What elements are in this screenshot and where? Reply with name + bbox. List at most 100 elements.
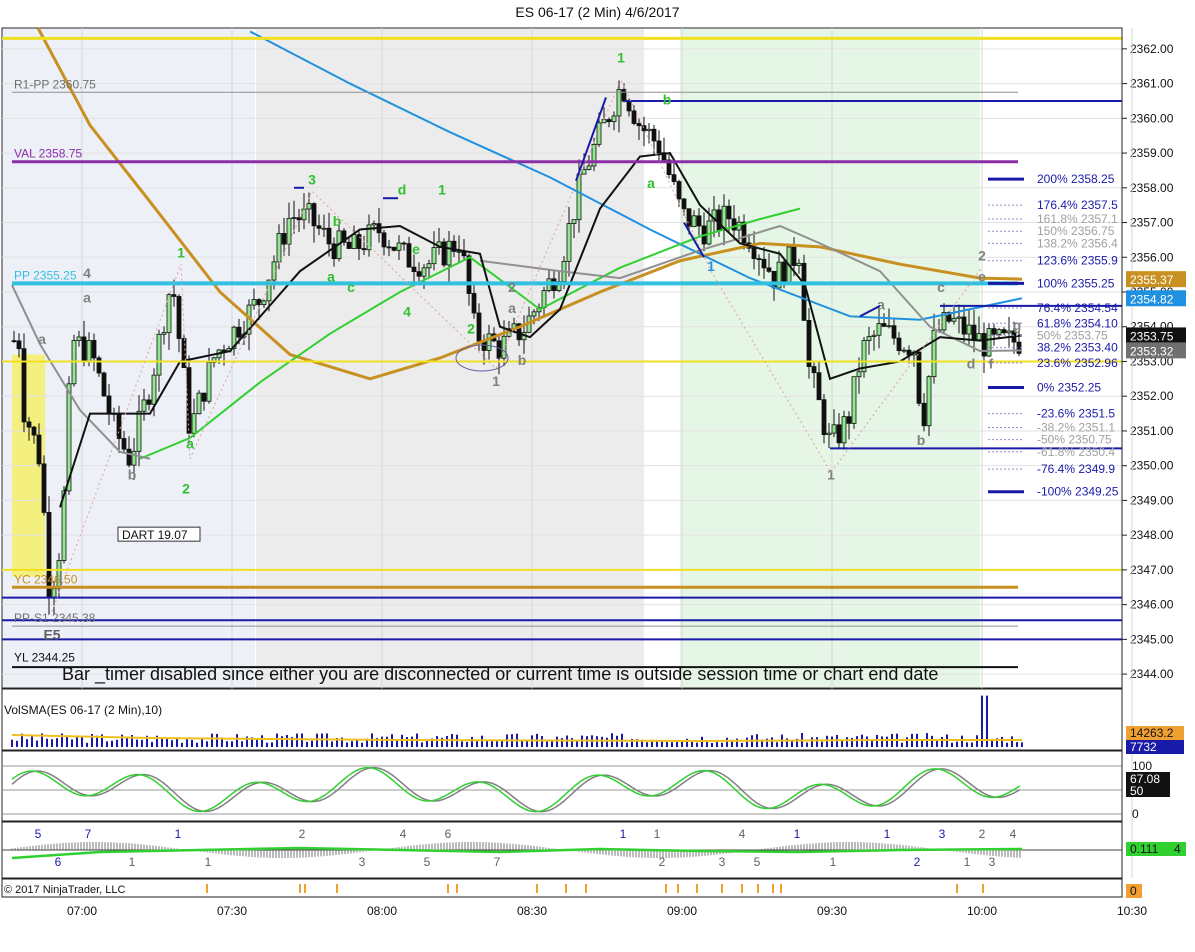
- candle-body: [181, 338, 187, 369]
- candle-body: [151, 374, 157, 405]
- candle-body: [876, 323, 882, 336]
- y-tick-label: 2345.00: [1130, 632, 1174, 646]
- fib-level-label: 100% 2355.25: [1037, 276, 1115, 290]
- candle-body: [281, 233, 287, 245]
- candle-body: [416, 271, 422, 277]
- candle-body: [921, 402, 927, 427]
- candle-body: [896, 337, 902, 352]
- fib-level-label: 0% 2352.25: [1037, 381, 1101, 395]
- candle-body: [971, 324, 977, 341]
- y-tick-label: 2357.00: [1130, 216, 1174, 230]
- candle-body: [201, 392, 207, 402]
- candle-body: [421, 267, 427, 277]
- bar-timer-message: Bar _timer disabled since either you are…: [62, 664, 938, 685]
- candle-body: [171, 294, 177, 297]
- oscillator-wave-label: 1: [830, 855, 837, 869]
- y-tick-label: 2346.00: [1130, 598, 1174, 612]
- candle-body: [131, 450, 137, 466]
- wave-label: c: [937, 279, 945, 295]
- candle-body: [846, 416, 852, 424]
- candle-body: [816, 372, 822, 401]
- candle-body: [11, 340, 17, 343]
- stochastic-tick-label: 0: [1132, 807, 1139, 821]
- oscillator-wave-label: 3: [719, 855, 726, 869]
- fib-level-label: 76.4% 2354.54: [1037, 301, 1118, 315]
- wave-label: g: [1013, 317, 1022, 333]
- candle-body: [176, 296, 182, 339]
- candle-body: [386, 246, 392, 249]
- candle-body: [881, 323, 887, 327]
- signal-badge-label: 0: [1130, 884, 1137, 898]
- oscillator-wave-label: 6: [55, 855, 62, 869]
- candle-body: [36, 434, 42, 465]
- candle-body: [191, 413, 197, 434]
- candle-body: [86, 340, 92, 363]
- candle-body: [951, 317, 957, 322]
- y-tick-label: 2362.00: [1130, 42, 1174, 56]
- candle-body: [116, 412, 122, 439]
- candle-body: [766, 267, 772, 272]
- candle-body: [91, 340, 97, 359]
- candle-body: [806, 319, 812, 367]
- candle-body: [901, 349, 907, 352]
- candle-body: [866, 336, 872, 341]
- candle-body: [696, 215, 702, 227]
- candle-body: [926, 376, 932, 427]
- y-tick-label: 2360.00: [1130, 111, 1174, 125]
- candle-body: [686, 208, 692, 227]
- candle-body: [411, 266, 417, 273]
- candle-body: [476, 312, 482, 342]
- candle-body: [586, 165, 592, 170]
- oscillator-wave-label: 5: [424, 855, 431, 869]
- candle-body: [631, 110, 637, 124]
- price-level-label: PP-S1 2345.38: [14, 611, 96, 625]
- fib-level-label: 123.6% 2355.9: [1037, 254, 1118, 268]
- wave-label: b: [917, 432, 926, 448]
- candle-body: [96, 357, 102, 374]
- candle-body: [51, 588, 57, 599]
- candle-body: [106, 395, 112, 415]
- candle-body: [346, 241, 352, 249]
- candle-body: [871, 334, 877, 337]
- x-tick-label: 07:00: [67, 904, 97, 918]
- candle-body: [371, 223, 377, 226]
- stochastic-badge-label: 50: [1130, 784, 1144, 798]
- candle-body: [1006, 330, 1012, 334]
- wave-label: 1: [617, 50, 625, 66]
- y-tick-label: 2348.00: [1130, 528, 1174, 542]
- copyright-label: © 2017 NinjaTrader, LLC: [4, 884, 125, 896]
- candle-body: [741, 221, 747, 244]
- y-tick-label: 2347.00: [1130, 563, 1174, 577]
- candle-body: [361, 248, 367, 251]
- candle-body: [781, 261, 787, 284]
- candle-body: [991, 328, 997, 335]
- candle-body: [811, 366, 817, 374]
- y-tick-label: 2352.00: [1130, 389, 1174, 403]
- x-tick-label: 10:30: [1117, 904, 1147, 918]
- candle-body: [441, 241, 447, 266]
- oscillator-badge-label: 4: [1174, 842, 1181, 856]
- wave-label: b: [128, 467, 137, 483]
- candle-body: [321, 227, 327, 230]
- price-chart[interactable]: 2344.00 2345.00 2346.00 2347.00 2348.00 2349.…: [0, 0, 1195, 952]
- candle-body: [356, 234, 362, 249]
- wave-label: b: [663, 91, 672, 107]
- oscillator-wave-label: 4: [739, 827, 746, 841]
- oscillator-wave-label: 1: [205, 855, 212, 869]
- oscillator-wave-label: 1: [129, 855, 136, 869]
- wave-label: a: [186, 435, 194, 451]
- stochastic-tick-label: 100: [1132, 759, 1152, 773]
- candle-body: [1001, 329, 1007, 334]
- candle-body: [311, 203, 317, 227]
- candle-body: [471, 293, 477, 314]
- oscillator-wave-label: 1: [175, 827, 182, 841]
- oscillator-wave-label: 2: [659, 855, 666, 869]
- chart-window: ES 06-17 (2 Min) 4/6/2017 2344.00 2345.00…: [0, 0, 1195, 952]
- candle-body: [81, 336, 87, 363]
- candle-body: [801, 262, 807, 321]
- candle-body: [606, 119, 612, 123]
- signal-panel: [1, 878, 1123, 898]
- x-tick-label: 08:00: [367, 904, 397, 918]
- candle-body: [726, 205, 732, 220]
- candle-body: [996, 329, 1002, 335]
